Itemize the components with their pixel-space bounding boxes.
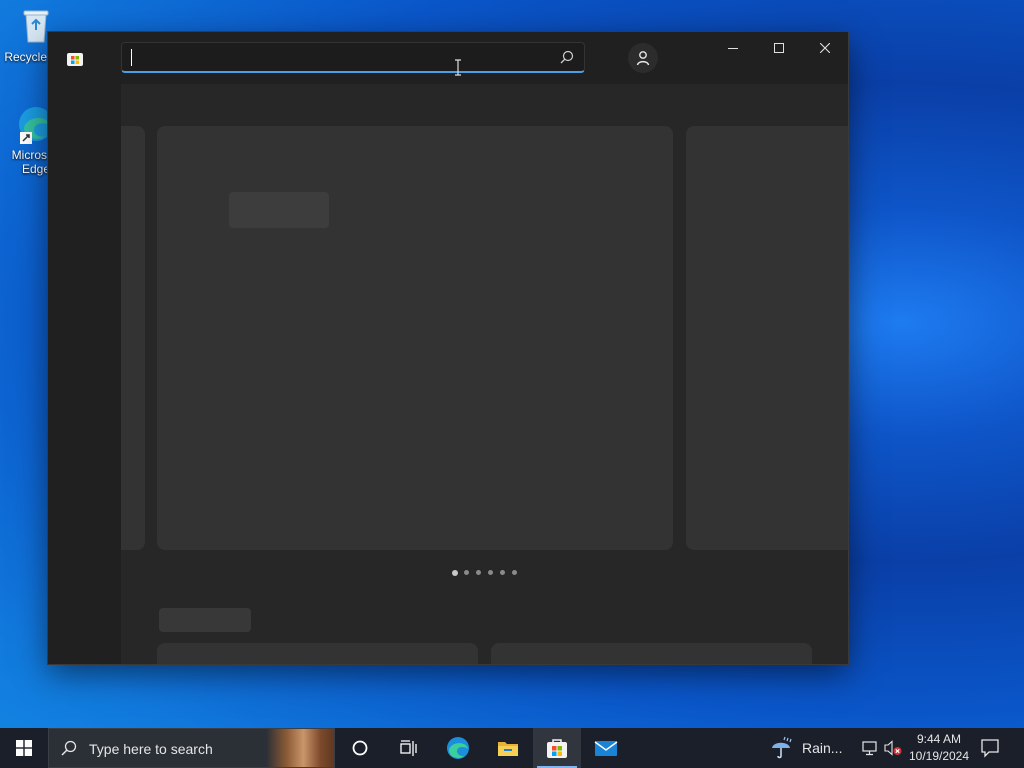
- section-heading-placeholder: [159, 608, 251, 632]
- close-icon: [820, 43, 830, 53]
- system-clock[interactable]: 9:44 AM 10/19/2024: [906, 731, 972, 765]
- navigation-sidebar: [48, 84, 121, 664]
- hero-carousel-next-item-placeholder[interactable]: [686, 126, 848, 550]
- task-view-button[interactable]: [384, 728, 432, 768]
- title-bar[interactable]: [48, 32, 848, 84]
- minimize-button[interactable]: [710, 32, 756, 64]
- cortana-icon: [352, 740, 368, 756]
- text-caret: [131, 49, 132, 66]
- app-card-placeholder[interactable]: [157, 643, 478, 664]
- carousel-dot[interactable]: [500, 570, 505, 575]
- mail-icon: [594, 741, 618, 756]
- text-cursor-icon: [454, 59, 462, 76]
- maximize-icon: [774, 43, 784, 53]
- edge-taskbar-button[interactable]: [434, 728, 482, 768]
- search-icon[interactable]: [560, 50, 574, 64]
- store-window: [48, 32, 848, 664]
- edge-icon: [447, 737, 469, 759]
- weather-text: Rain...: [802, 740, 843, 756]
- search-highlight-image[interactable]: [266, 729, 334, 767]
- notification-icon: [981, 739, 999, 758]
- umbrella-rain-icon: [772, 736, 792, 759]
- taskbar-search-placeholder: Type here to search: [89, 741, 213, 757]
- minimize-icon: [728, 48, 738, 49]
- hero-title-placeholder: [229, 192, 329, 228]
- store-logo-icon: [66, 49, 84, 67]
- clock-time: 9:44 AM: [916, 732, 962, 746]
- task-view-icon: [400, 740, 417, 756]
- carousel-dot[interactable]: [452, 569, 458, 576]
- file-explorer-button[interactable]: [484, 728, 532, 768]
- app-card-placeholder[interactable]: [491, 643, 812, 664]
- cortana-button[interactable]: [336, 728, 384, 768]
- carousel-dot[interactable]: [476, 570, 481, 575]
- taskbar: Type here to search Rain... 9:44 AM 10/1…: [0, 728, 1024, 768]
- hero-carousel-main-placeholder[interactable]: [157, 126, 673, 550]
- store-content-area: [121, 84, 848, 664]
- volume-muted-icon[interactable]: [884, 740, 902, 761]
- start-button[interactable]: [0, 728, 48, 768]
- profile-button[interactable]: [628, 43, 658, 73]
- carousel-dot[interactable]: [512, 570, 517, 575]
- search-icon: [61, 740, 77, 756]
- close-button[interactable]: [802, 32, 848, 64]
- store-taskbar-button[interactable]: [533, 728, 581, 768]
- file-explorer-icon: [498, 742, 518, 756]
- person-icon: [636, 51, 650, 66]
- store-search-input[interactable]: [121, 42, 585, 73]
- mail-button[interactable]: [582, 728, 630, 768]
- notification-center-button[interactable]: [980, 738, 1000, 763]
- windows-logo-icon: [16, 740, 32, 756]
- network-icon[interactable]: [861, 740, 879, 761]
- clock-date: 10/19/2024: [908, 749, 970, 763]
- carousel-dot[interactable]: [464, 570, 469, 575]
- taskbar-search-box[interactable]: Type here to search: [48, 728, 335, 768]
- store-icon: [547, 739, 567, 758]
- carousel-dot[interactable]: [488, 570, 493, 575]
- maximize-button[interactable]: [756, 32, 802, 64]
- hero-carousel-prev-item-placeholder[interactable]: [121, 126, 145, 550]
